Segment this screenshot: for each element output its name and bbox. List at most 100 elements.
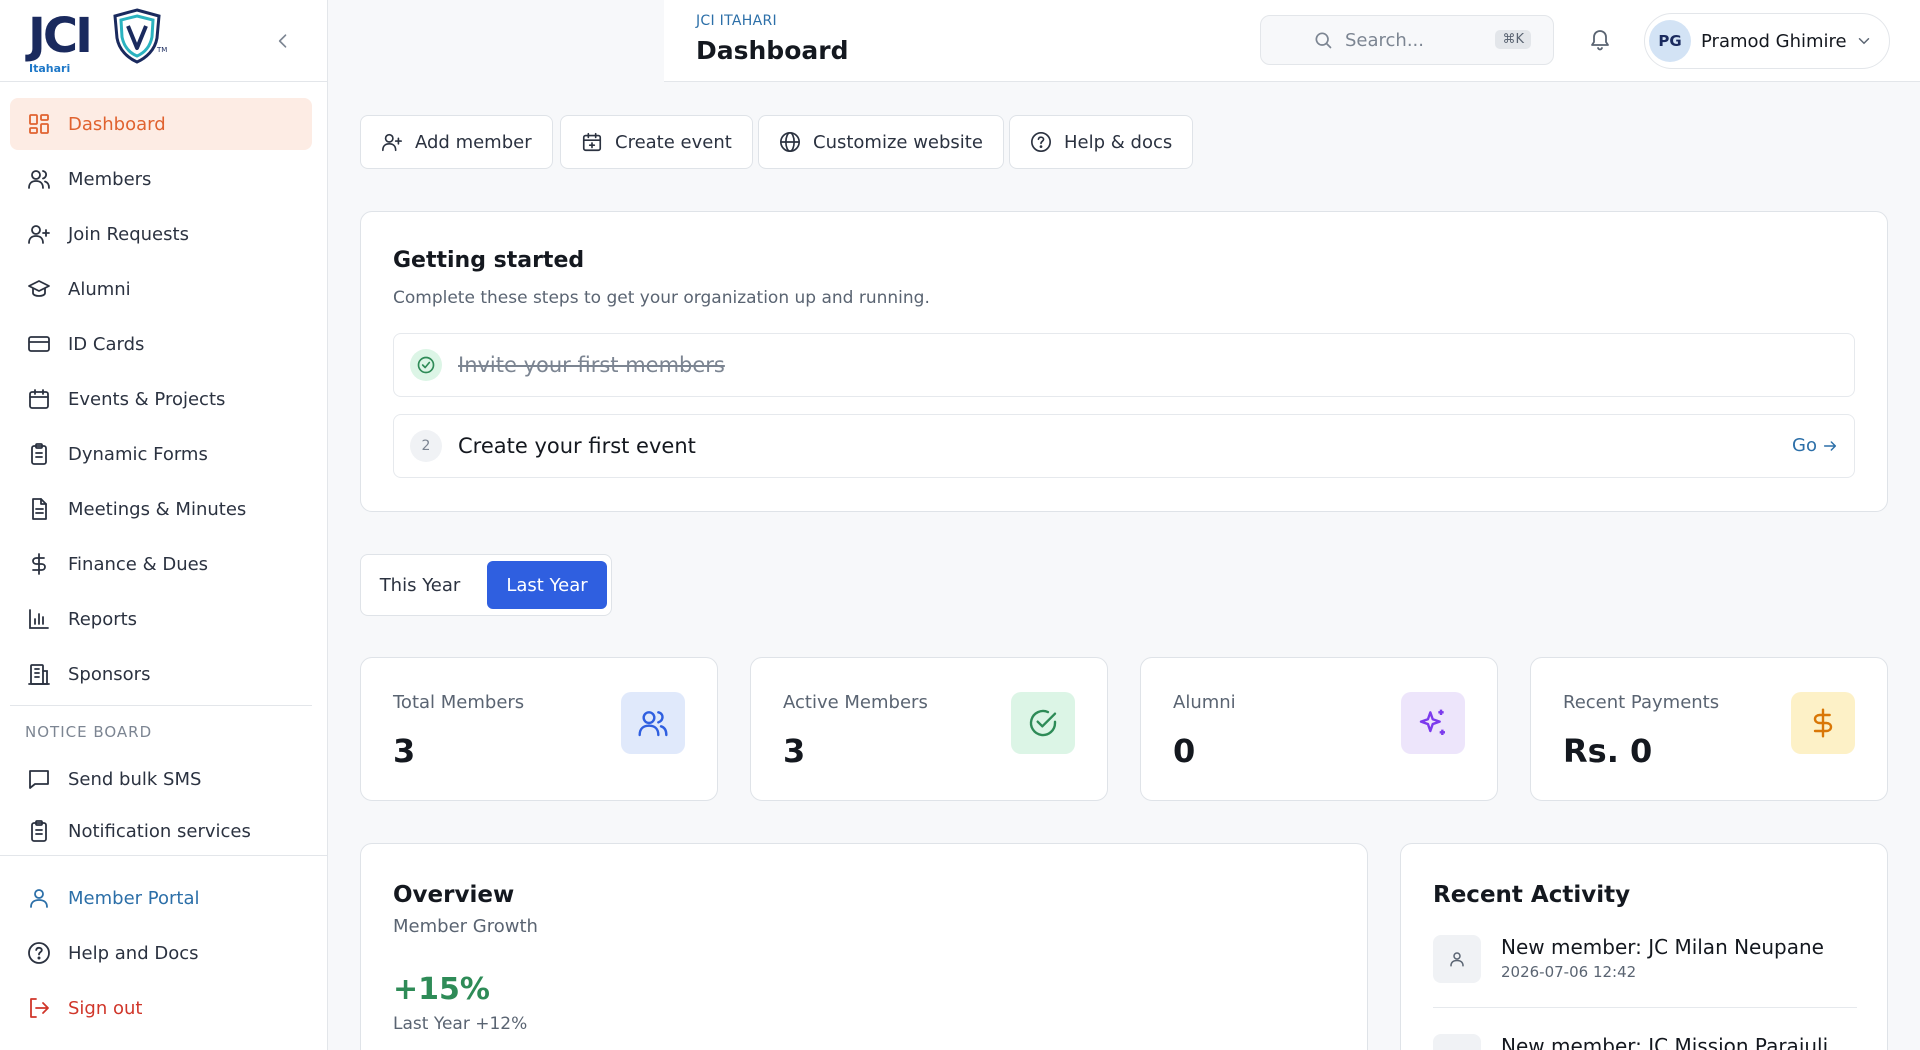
sidebar-item-send-bulk-sms[interactable]: Send bulk SMS [10,753,312,805]
help-docs-button[interactable]: Help & docs [1009,115,1194,169]
sidebar-item-label: Meetings & Minutes [68,498,247,520]
user-menu-button[interactable]: PG Pramod Ghimire [1644,13,1890,69]
sidebar-item-help-docs[interactable]: Help and Docs [10,927,312,979]
sidebar-item-dashboard[interactable]: Dashboard [10,98,312,150]
sidebar-item-finance-dues[interactable]: Finance & Dues [10,538,312,590]
go-link[interactable]: Go [1792,435,1838,456]
logo-tm: TM [157,46,168,54]
activity-item[interactable]: New member: JC Mission Parajuli [1433,1034,1857,1050]
sidebar-divider [10,705,312,706]
logo-subtitle: Itahari [29,62,71,75]
activity-item[interactable]: New member: JC Milan Neupane 2026-07-06 … [1433,935,1857,1015]
stat-card-total-members: Total Members 3 [360,657,718,801]
stat-card-active-members: Active Members 3 [750,657,1108,801]
step-label: Create your first event [458,434,696,458]
sidebar-item-label: Send bulk SMS [68,768,202,790]
dollar-icon [1791,692,1855,754]
globe-icon [779,131,801,153]
create-event-button[interactable]: Create event [560,115,753,169]
user-name: Pramod Ghimire [1701,30,1847,52]
sidebar-item-label: Member Portal [68,887,200,909]
sidebar: JCI TM Itahari Dashboard Members Join Re… [0,0,328,1050]
search-icon [1313,30,1333,50]
sidebar-item-notification-services[interactable]: Notification services [10,805,312,857]
help-circle-icon [1030,131,1052,153]
sidebar-item-label: Dashboard [68,113,166,135]
calendar-icon [26,386,52,412]
notifications-button[interactable] [1584,24,1616,56]
add-member-button[interactable]: Add member [360,115,553,169]
year-toggle: This Year Last Year [360,554,612,616]
id-card-icon [26,331,52,357]
sidebar-item-label: Sponsors [68,663,151,685]
stat-label: Alumni [1173,692,1236,713]
overview-subtitle: Member Growth [393,916,538,937]
sidebar-item-label: Events & Projects [68,388,226,410]
getting-started-title: Getting started [393,248,585,273]
sidebar-item-id-cards[interactable]: ID Cards [10,318,312,370]
step-label: Invite your first members [458,353,725,377]
user-icon [1433,935,1481,983]
graduation-cap-icon [26,276,52,302]
user-icon [1433,1034,1481,1050]
stat-label: Total Members [393,692,525,713]
sidebar-item-join-requests[interactable]: Join Requests [10,208,312,260]
stat-card-alumni: Alumni 0 [1140,657,1498,801]
add-member-label: Add member [415,131,532,153]
stat-value: 3 [393,732,416,770]
search-input[interactable]: Search... ⌘K [1260,15,1554,65]
overview-card: Overview Member Growth +15% Last Year +1… [360,843,1368,1050]
growth-comparison: Last Year +12% [393,1014,528,1034]
calendar-plus-icon [581,131,603,153]
toggle-this-year[interactable]: This Year [369,561,471,609]
sidebar-item-label: Join Requests [68,223,189,245]
check-circle-icon [410,349,442,381]
sidebar-item-label: Dynamic Forms [68,443,208,465]
check-circle-icon [1011,692,1075,754]
step-number: 2 [410,430,442,462]
toggle-last-year[interactable]: Last Year [487,561,607,609]
arrow-right-icon [1823,440,1837,451]
sidebar-item-label: Notification services [68,820,251,842]
sidebar-item-meetings-minutes[interactable]: Meetings & Minutes [10,483,312,535]
sidebar-item-label: Finance & Dues [68,553,209,575]
users-icon [621,692,685,754]
logout-icon [26,995,52,1021]
clipboard-icon [26,441,52,467]
step-invite-members: Invite your first members [393,333,1855,397]
document-icon [26,496,52,522]
org-label: JCI ITAHARI [696,13,777,29]
logo-wordmark: JCI [28,8,93,64]
sidebar-item-events-projects[interactable]: Events & Projects [10,373,312,425]
go-label: Go [1792,435,1817,456]
logo-area: JCI TM Itahari [0,0,327,82]
collapse-sidebar-button[interactable] [270,28,296,54]
stat-value: 3 [783,732,806,770]
dashboard-icon [26,111,52,137]
create-event-label: Create event [615,131,732,153]
sidebar-item-label: Members [68,168,152,190]
stat-label: Active Members [783,692,928,713]
chevron-left-icon [278,34,287,48]
overview-title: Overview [393,882,515,908]
sidebar-item-members[interactable]: Members [10,153,312,205]
sidebar-item-sponsors[interactable]: Sponsors [10,648,312,700]
customize-website-button[interactable]: Customize website [758,115,1004,169]
activity-divider [1433,1007,1857,1008]
step-create-event: 2 Create your first event Go [393,414,1855,478]
sidebar-item-member-portal[interactable]: Member Portal [10,872,312,924]
avatar: PG [1649,20,1691,62]
sidebar-item-dynamic-forms[interactable]: Dynamic Forms [10,428,312,480]
search-shortcut: ⌘K [1495,30,1531,49]
bell-icon [1591,30,1609,51]
user-plus-icon [381,131,403,153]
sidebar-item-alumni[interactable]: Alumni [10,263,312,315]
getting-started-subtitle: Complete these steps to get your organiz… [393,288,930,308]
stat-value: Rs. 0 [1563,732,1653,770]
sidebar-item-reports[interactable]: Reports [10,593,312,645]
stat-value: 0 [1173,732,1196,770]
user-icon [26,885,52,911]
activity-text: New member: JC Mission Parajuli [1501,1034,1829,1050]
getting-started-card: Getting started Complete these steps to … [360,211,1888,512]
sidebar-item-sign-out[interactable]: Sign out [10,982,312,1034]
